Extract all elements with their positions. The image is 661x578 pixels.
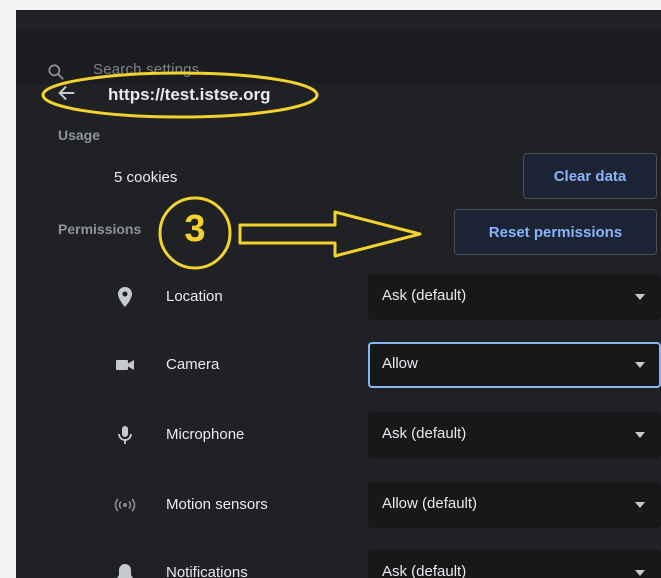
permission-label: Motion sensors bbox=[166, 496, 268, 513]
select-value: Ask (default) bbox=[382, 563, 467, 578]
select-value: Allow bbox=[382, 355, 418, 372]
permission-row-location: Location Ask (default) bbox=[16, 274, 661, 320]
reset-permissions-button[interactable]: Reset permissions bbox=[454, 209, 657, 255]
cookies-count: 5 cookies bbox=[114, 169, 178, 186]
dropdown-arrow-icon bbox=[635, 432, 645, 438]
location-pin-icon bbox=[118, 287, 132, 307]
permission-row-motion-sensors: Motion sensors Allow (default) bbox=[16, 482, 661, 528]
permission-label: Location bbox=[166, 288, 223, 305]
camera-select[interactable]: Allow bbox=[368, 342, 661, 388]
motion-sensors-select[interactable]: Allow (default) bbox=[368, 482, 661, 528]
permission-label: Notifications bbox=[166, 564, 248, 578]
site-settings-panel: Search settings https://test.istse.org U… bbox=[16, 10, 661, 578]
dropdown-arrow-icon bbox=[635, 362, 645, 368]
permission-row-microphone: Microphone Ask (default) bbox=[16, 412, 661, 458]
microphone-icon bbox=[118, 426, 132, 444]
select-value: Ask (default) bbox=[382, 287, 467, 304]
motion-sensors-icon bbox=[114, 498, 136, 512]
permissions-section-label: Permissions bbox=[58, 221, 142, 237]
usage-section-label: Usage bbox=[58, 127, 101, 143]
search-icon bbox=[48, 64, 64, 80]
bell-icon bbox=[117, 564, 133, 578]
search-bar[interactable]: Search settings bbox=[16, 30, 661, 84]
site-url-title: https://test.istse.org bbox=[108, 85, 271, 104]
dropdown-arrow-icon bbox=[635, 570, 645, 576]
permission-label: Camera bbox=[166, 356, 220, 373]
step-number: 3 bbox=[184, 208, 206, 250]
permission-row-camera: Camera Allow bbox=[16, 342, 661, 388]
dropdown-arrow-icon bbox=[635, 502, 645, 508]
permission-label: Microphone bbox=[166, 426, 245, 443]
search-input[interactable]: Search settings bbox=[93, 61, 199, 78]
camera-icon bbox=[116, 360, 134, 370]
location-select[interactable]: Ask (default) bbox=[368, 274, 661, 320]
clear-data-button[interactable]: Clear data bbox=[523, 153, 657, 199]
select-value: Allow (default) bbox=[382, 495, 478, 512]
permission-row-notifications: Notifications Ask (default) bbox=[16, 550, 661, 578]
select-value: Ask (default) bbox=[382, 425, 467, 442]
microphone-select[interactable]: Ask (default) bbox=[368, 412, 661, 458]
dropdown-arrow-icon bbox=[635, 294, 645, 300]
notifications-select[interactable]: Ask (default) bbox=[368, 550, 661, 578]
arrow-back-icon[interactable] bbox=[56, 82, 78, 104]
